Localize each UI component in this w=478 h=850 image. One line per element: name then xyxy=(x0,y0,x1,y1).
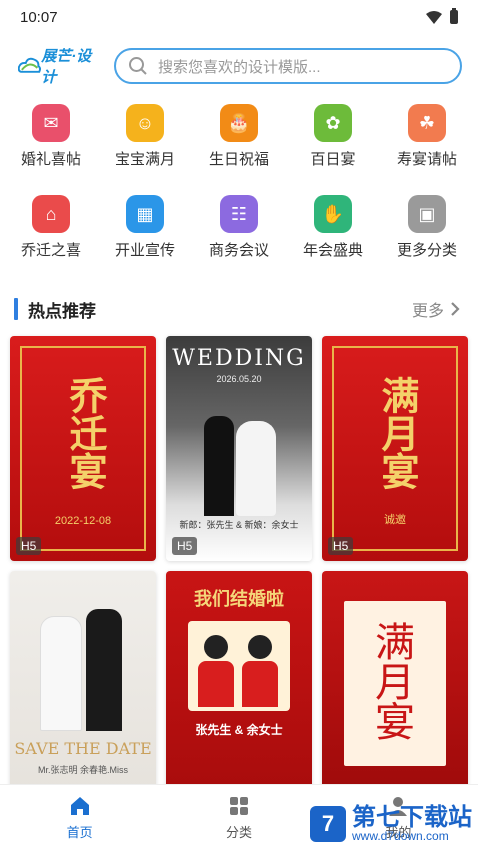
hot-recommend-header: 热点推荐 更多 xyxy=(0,294,478,324)
watermark-icon: 7 xyxy=(310,806,346,842)
watermark-text: 第七下载站 www.d7down.com xyxy=(352,804,472,843)
category-label: 年会盛典 xyxy=(302,242,363,259)
couple-photo xyxy=(30,601,140,731)
app-logo: 展芒·设计 xyxy=(18,48,104,86)
house-icon: ⌂ xyxy=(32,195,70,233)
category-item[interactable]: ✉ 婚礼喜帖 xyxy=(4,104,98,169)
category-item[interactable]: ⌂ 乔迁之喜 xyxy=(4,195,98,260)
watermark-logo: 7 第七下载站 www.d7down.com xyxy=(310,806,472,842)
category-item[interactable]: ✿ 百日宴 xyxy=(286,104,380,169)
battery-icon xyxy=(450,8,458,24)
card-title: SAVE THE DATE xyxy=(14,739,152,758)
category-item[interactable]: ☺ 宝宝满月 xyxy=(98,104,192,169)
card-sub: 2022-12-08 xyxy=(54,515,112,527)
nav-home[interactable]: 首页 xyxy=(0,785,159,850)
h5-badge: H5 xyxy=(172,537,198,555)
card-title: WEDDING xyxy=(172,346,306,371)
status-bar: 10:07 xyxy=(0,0,478,34)
meeting-icon: ☷ xyxy=(220,195,258,233)
category-label: 商务会议 xyxy=(208,242,269,259)
category-item[interactable]: ☷ 商务会议 xyxy=(192,195,286,260)
search-bar[interactable]: 搜索您喜欢的设计模版... xyxy=(114,48,462,84)
watermark-cn: 第七下载站 xyxy=(352,804,472,831)
category-item[interactable]: ▦ 开业宣传 xyxy=(98,195,192,260)
header: 展芒·设计 搜索您喜欢的设计模版... xyxy=(0,34,478,98)
template-card[interactable]: 我们结婚啦 张先生 & 余女士 xyxy=(166,571,312,796)
category-grid: ✉ 婚礼喜帖 ☺ 宝宝满月 🎂 生日祝福 ✿ 百日宴 ☘ 寿宴请帖 ⌂ 乔迁之喜 ▦ 开业宣… xyxy=(0,98,478,260)
card-title: 乔迁宴 xyxy=(63,376,108,490)
grid-more-icon: ▣ xyxy=(408,195,446,233)
category-icon xyxy=(229,797,248,815)
template-card[interactable]: 满月宴 xyxy=(322,571,468,796)
status-icons xyxy=(426,8,458,24)
couple-photo xyxy=(196,396,282,516)
couple-illustration xyxy=(188,621,290,711)
baby-icon: ☺ xyxy=(126,104,164,142)
template-card[interactable]: 乔迁宴 2022-12-08 H5 xyxy=(10,336,156,561)
status-time: 10:07 xyxy=(20,8,58,26)
elder-icon: ☘ xyxy=(408,104,446,142)
more-label: 更多 xyxy=(411,303,444,320)
h5-badge: H5 xyxy=(328,537,354,555)
category-label: 百日宴 xyxy=(310,151,356,168)
envelope-heart-icon: ✉ xyxy=(32,104,70,142)
category-label: 婚礼喜帖 xyxy=(20,151,81,168)
store-icon: ▦ xyxy=(126,195,164,233)
template-card[interactable]: SAVE THE DATE Mr.张志明 余春艳.Miss xyxy=(10,571,156,796)
category-label: 更多分类 xyxy=(396,242,457,259)
section-accent-bar xyxy=(14,298,18,320)
category-label: 开业宣传 xyxy=(114,242,175,259)
card-title: 我们结婚啦 xyxy=(194,589,284,609)
card-sub: 诚邀 xyxy=(384,514,406,526)
template-card[interactable]: WEDDING 2026.05.20 新郎：张先生 & 新娘：余女士 H5 xyxy=(166,336,312,561)
card-title: 满月宴 xyxy=(375,376,420,490)
card-sub: Mr.张志明 余春艳.Miss xyxy=(38,765,128,775)
cake-icon: 🎂 xyxy=(220,104,258,142)
category-label: 宝宝满月 xyxy=(114,151,175,168)
category-label: 乔迁之喜 xyxy=(20,242,81,259)
h5-badge: H5 xyxy=(16,537,42,555)
more-link[interactable]: 更多 xyxy=(412,297,460,321)
section-title-text: 热点推荐 xyxy=(28,301,96,321)
category-item[interactable]: ✋ 年会盛典 xyxy=(286,195,380,260)
handshake-icon: ✋ xyxy=(314,195,352,233)
wifi-icon xyxy=(426,10,442,24)
logo-text: 展芒·设计 xyxy=(41,48,92,86)
category-item[interactable]: ☘ 寿宴请帖 xyxy=(380,104,474,169)
category-item[interactable]: ▣ 更多分类 xyxy=(380,195,474,260)
home-icon xyxy=(70,797,89,815)
card-sub: 张先生 & 余女士 xyxy=(195,723,283,737)
watermark-url: www.d7down.com xyxy=(352,829,449,843)
template-cards: 乔迁宴 2022-12-08 H5 WEDDING 2026.05.20 新郎：张先… xyxy=(0,336,478,796)
section-title: 热点推荐 xyxy=(14,297,96,322)
card-sub: 2026.05.20 xyxy=(216,374,262,384)
nav-label: 首页 xyxy=(66,825,93,840)
chevron-right-icon xyxy=(451,302,460,316)
template-card[interactable]: 满月宴 诚邀 H5 xyxy=(322,336,468,561)
category-label: 寿宴请帖 xyxy=(396,151,457,168)
card-caption: 新郎：张先生 & 新娘：余女士 xyxy=(179,520,299,530)
cloud-logo-icon xyxy=(18,57,41,73)
category-item[interactable]: 🎂 生日祝福 xyxy=(192,104,286,169)
card-title: 满月宴 xyxy=(368,621,414,741)
search-input[interactable]: 搜索您喜欢的设计模版... xyxy=(158,56,321,77)
baby-hundred-days-icon: ✿ xyxy=(314,104,352,142)
category-label: 生日祝福 xyxy=(208,151,269,168)
nav-category[interactable]: 分类 xyxy=(159,785,318,850)
search-icon xyxy=(129,57,147,75)
nav-label: 分类 xyxy=(225,825,252,840)
